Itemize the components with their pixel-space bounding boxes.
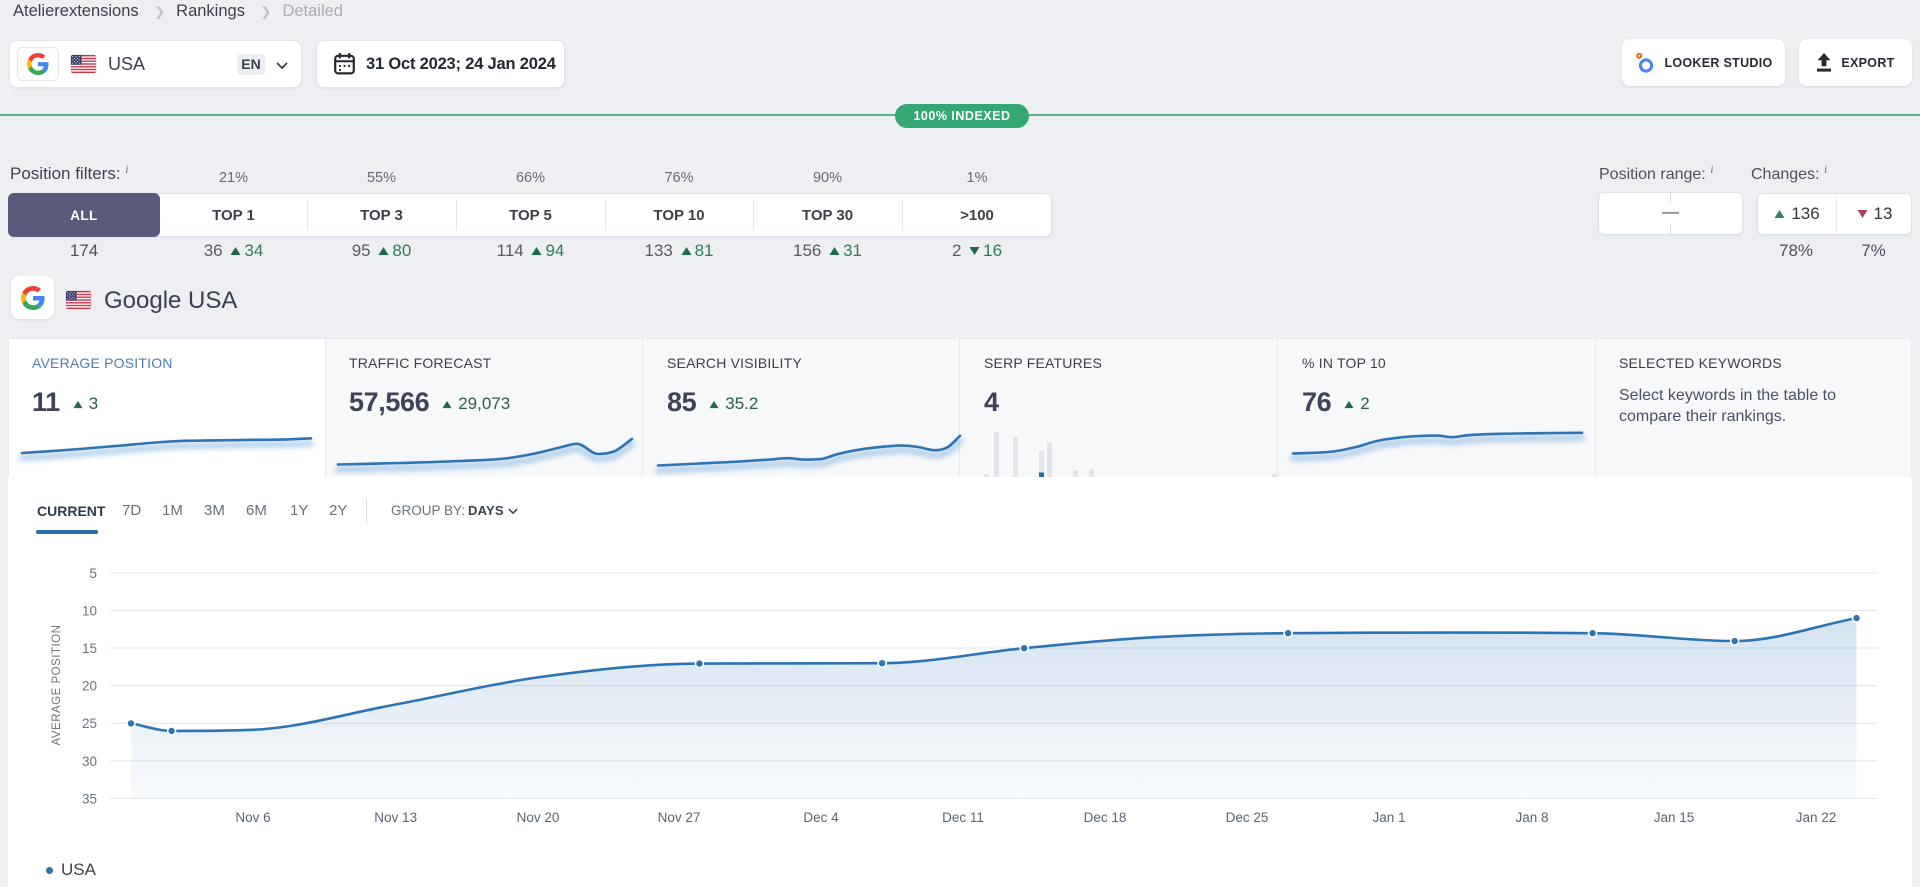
svg-text:15: 15 (82, 641, 97, 656)
svg-text:30: 30 (82, 754, 97, 769)
svg-text:Dec 11: Dec 11 (942, 810, 984, 825)
svg-text:Jan 22: Jan 22 (1796, 810, 1837, 825)
svg-text:Jan 8: Jan 8 (1515, 810, 1548, 825)
svg-text:Jan 15: Jan 15 (1654, 810, 1695, 825)
svg-text:10: 10 (82, 604, 97, 619)
svg-text:Nov 13: Nov 13 (374, 810, 417, 825)
svg-text:20: 20 (82, 679, 97, 694)
svg-text:Jan 1: Jan 1 (1372, 810, 1405, 825)
svg-text:Nov 6: Nov 6 (235, 810, 270, 825)
svg-text:Dec 4: Dec 4 (803, 810, 839, 825)
svg-text:5: 5 (89, 566, 97, 581)
svg-text:Dec 18: Dec 18 (1084, 810, 1127, 825)
svg-text:35: 35 (82, 791, 97, 806)
svg-text:Nov 27: Nov 27 (658, 810, 701, 825)
svg-text:Nov 20: Nov 20 (517, 810, 560, 825)
svg-text:25: 25 (82, 716, 97, 731)
svg-text:Dec 25: Dec 25 (1226, 810, 1269, 825)
